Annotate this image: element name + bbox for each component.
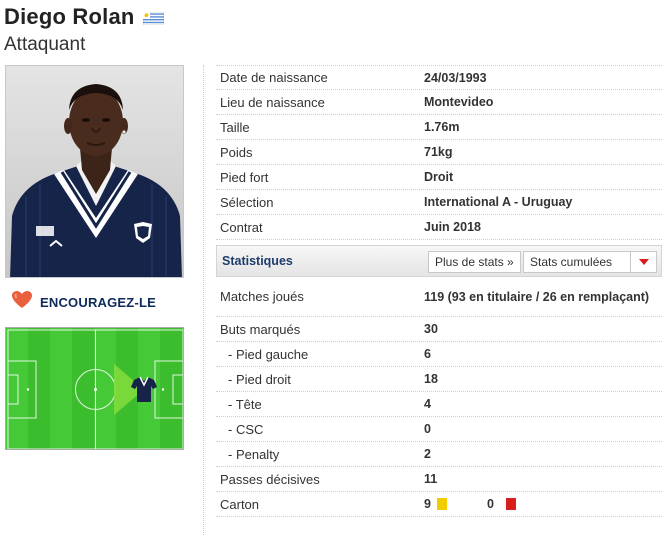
stats-header-bar: Statistiques Plus de stats » Stats cumul… — [216, 245, 662, 277]
player-info-panel: Date de naissance 24/03/1993 Lieu de nai… — [216, 65, 662, 517]
red-card-icon — [505, 498, 516, 510]
info-value: Juin 2018 — [424, 220, 481, 234]
yellow-card-icon — [436, 498, 447, 510]
info-row-height: Taille 1.76m — [216, 115, 662, 140]
stat-label: Matches joués — [220, 289, 304, 304]
info-label: Taille — [220, 119, 250, 135]
stat-value: 6 — [424, 347, 431, 361]
info-label: Date de naissance — [220, 70, 328, 85]
bio-table: Date de naissance 24/03/1993 Lieu de nai… — [216, 65, 662, 240]
info-label: Poids — [220, 144, 253, 160]
info-label: Lieu de naissance — [220, 94, 325, 110]
stat-value: 119 (93 en titulaire / 26 en remplaçant) — [424, 289, 650, 304]
stats-row-left-foot: - Pied gauche 6 — [216, 342, 662, 367]
stat-label: Passes décisives — [220, 471, 320, 487]
stat-label: - Penalty — [228, 446, 280, 462]
cards-values: 9 0 — [424, 496, 662, 512]
stat-value: 0 — [424, 422, 431, 436]
player-photo — [5, 65, 184, 278]
info-value: 24/03/1993 — [424, 70, 487, 85]
stat-value: 4 — [424, 397, 431, 411]
info-row-birthplace: Lieu de naissance Montevideo — [216, 90, 662, 115]
stats-row-goals: Buts marqués 30 — [216, 317, 662, 342]
player-header: Diego Rolan — [4, 4, 164, 30]
stats-row-assists: Passes décisives 11 — [216, 467, 662, 492]
stat-label: - CSC — [228, 421, 264, 437]
stats-row-cards: Carton 9 0 — [216, 492, 662, 517]
stat-value: 11 — [424, 472, 438, 486]
info-row-strong-foot: Pied fort Droit — [216, 165, 662, 190]
info-row-selection: Sélection International A - Uruguay — [216, 190, 662, 215]
info-label: Pied fort — [220, 169, 269, 185]
column-divider — [203, 65, 204, 535]
info-label: Contrat — [220, 219, 263, 235]
red-card-count: 0 — [486, 497, 494, 511]
encourage-button[interactable]: ENCOURAGEZ-LE — [12, 291, 156, 314]
player-name: Diego Rolan — [4, 4, 135, 29]
stat-label: - Tête — [228, 396, 262, 412]
info-row-birthdate: Date de naissance 24/03/1993 — [216, 65, 662, 90]
info-label: Sélection — [220, 194, 274, 210]
info-row-weight: Poids 71kg — [216, 140, 662, 165]
stats-row-right-foot: - Pied droit 18 — [216, 367, 662, 392]
stats-row-own-goal: - CSC 0 — [216, 417, 662, 442]
yellow-card-count: 9 — [424, 497, 431, 511]
stats-title: Statistiques — [222, 254, 293, 268]
position-pitch-map — [5, 327, 184, 450]
info-value: International A - Uruguay — [424, 195, 573, 209]
stats-row-header: - Tête 4 — [216, 392, 662, 417]
info-value: Montevideo — [424, 95, 494, 109]
stat-label: - Pied droit — [228, 371, 291, 387]
stats-table: Matches joués 119 (93 en titulaire / 26 … — [216, 277, 662, 517]
encourage-label: ENCOURAGEZ-LE — [40, 295, 156, 310]
more-stats-button[interactable]: Plus de stats » — [428, 251, 521, 273]
stats-row-penalty: - Penalty 2 — [216, 442, 662, 467]
stats-mode-value: Stats cumulées — [530, 255, 613, 269]
player-position: Attaquant — [4, 34, 86, 55]
stat-value: 18 — [424, 372, 438, 386]
stat-label: Buts marqués — [220, 321, 301, 337]
info-value: Droit — [424, 170, 454, 184]
info-value: 71kg — [424, 145, 453, 159]
stats-row-matches: Matches joués 119 (93 en titulaire / 26 … — [216, 277, 662, 317]
stat-label: Carton — [220, 496, 260, 512]
heart-icon — [12, 291, 32, 314]
info-value: 1.76m — [424, 120, 460, 134]
uruguay-flag-icon — [142, 11, 164, 25]
stat-value: 2 — [424, 447, 431, 461]
stat-value: 30 — [424, 322, 438, 336]
stats-mode-select[interactable]: Stats cumulées — [523, 251, 657, 273]
dropdown-arrow-icon[interactable] — [630, 252, 656, 272]
info-row-contract: Contrat Juin 2018 — [216, 215, 662, 240]
stat-label: - Pied gauche — [228, 346, 309, 362]
